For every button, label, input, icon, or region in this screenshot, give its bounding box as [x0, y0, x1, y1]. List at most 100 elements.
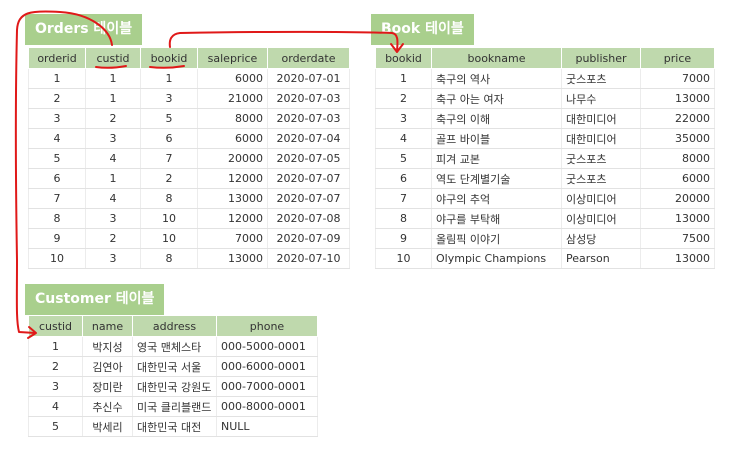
customer-cell-name: 추신수 — [82, 396, 133, 417]
orders-cell-orderdate: 2020-07-10 — [267, 248, 350, 269]
orders-cell-saleprice: 13000 — [197, 248, 268, 269]
customer-table-title: Customer 테이블 — [25, 284, 165, 315]
customer-cell-address: 대한민국 강원도 — [132, 376, 217, 397]
book-cell-bookid: 3 — [375, 108, 432, 129]
orders-cell-saleprice: 6000 — [197, 68, 268, 89]
customer-row: 1 박지성 영국 맨체스타 000-5000-0001 — [28, 336, 318, 357]
orders-cell-custid: 3 — [85, 128, 141, 149]
customer-cell-phone: NULL — [216, 416, 318, 437]
orders-row: 2 1 3 21000 2020-07-03 — [28, 88, 350, 109]
orders-cell-orderid: 8 — [28, 208, 86, 229]
customer-cell-phone: 000-7000-0001 — [216, 376, 318, 397]
book-cell-bookid: 5 — [375, 148, 432, 169]
customer-cell-address: 미국 클리블랜드 — [132, 396, 217, 417]
orders-cell-saleprice: 13000 — [197, 188, 268, 209]
book-cell-price: 7500 — [640, 228, 715, 249]
orders-cell-bookid: 7 — [140, 148, 198, 169]
customer-cell-custid: 5 — [28, 416, 83, 437]
orders-row: 7 4 8 13000 2020-07-07 — [28, 188, 350, 209]
book-table-title: Book 테이블 — [371, 14, 474, 45]
orders-cell-orderdate: 2020-07-05 — [267, 148, 350, 169]
customer-row: 5 박세리 대한민국 대전 NULL — [28, 416, 318, 437]
book-row: 5 피겨 교본 굿스포츠 8000 — [375, 148, 715, 169]
orders-cell-bookid: 8 — [140, 188, 198, 209]
book-cell-publisher: 굿스포츠 — [561, 68, 641, 89]
orders-cell-orderdate: 2020-07-08 — [267, 208, 350, 229]
book-cell-bookid: 4 — [375, 128, 432, 149]
customer-cell-name: 김연아 — [82, 356, 133, 377]
customer-row: 2 김연아 대한민국 서울 000-6000-0001 — [28, 356, 318, 377]
orders-cell-saleprice: 20000 — [197, 148, 268, 169]
book-cell-bookname: 골프 바이블 — [431, 128, 562, 149]
book-cell-price: 13000 — [640, 208, 715, 229]
orders-cell-saleprice: 7000 — [197, 228, 268, 249]
orders-cell-custid: 1 — [85, 88, 141, 109]
customer-cell-custid: 2 — [28, 356, 83, 377]
customer-cell-phone: 000-5000-0001 — [216, 336, 318, 357]
orders-cell-bookid: 5 — [140, 108, 198, 129]
orders-row: 8 3 10 12000 2020-07-08 — [28, 208, 350, 229]
book-cell-bookname: 피겨 교본 — [431, 148, 562, 169]
book-cell-price: 7000 — [640, 68, 715, 89]
book-cell-publisher: 굿스포츠 — [561, 148, 641, 169]
customer-cell-name: 박세리 — [82, 416, 133, 437]
book-cell-bookid: 10 — [375, 248, 432, 269]
book-row: 9 올림픽 이야기 삼성당 7500 — [375, 228, 715, 249]
customer-cell-address: 대한민국 서울 — [132, 356, 217, 377]
orders-row: 1 1 1 6000 2020-07-01 — [28, 68, 350, 89]
book-cell-bookid: 6 — [375, 168, 432, 189]
customer-cell-custid: 1 — [28, 336, 83, 357]
orders-cell-orderid: 3 — [28, 108, 86, 129]
orders-row: 9 2 10 7000 2020-07-09 — [28, 228, 350, 249]
orders-cell-orderdate: 2020-07-03 — [267, 88, 350, 109]
orders-cell-orderdate: 2020-07-07 — [267, 188, 350, 209]
book-cell-bookid: 1 — [375, 68, 432, 89]
book-row: 10 Olympic Champions Pearson 13000 — [375, 248, 715, 269]
book-cell-price: 13000 — [640, 88, 715, 109]
orders-cell-orderdate: 2020-07-03 — [267, 108, 350, 129]
orders-cell-custid: 2 — [85, 108, 141, 129]
book-col-publisher: publisher — [561, 47, 641, 69]
book-cell-publisher: 이상미디어 — [561, 188, 641, 209]
orders-cell-bookid: 10 — [140, 228, 198, 249]
orders-cell-saleprice: 6000 — [197, 128, 268, 149]
book-cell-bookname: 올림픽 이야기 — [431, 228, 562, 249]
orders-cell-custid: 3 — [85, 248, 141, 269]
orders-cell-bookid: 8 — [140, 248, 198, 269]
orders-cell-orderdate: 2020-07-09 — [267, 228, 350, 249]
orders-cell-bookid: 10 — [140, 208, 198, 229]
orders-row: 6 1 2 12000 2020-07-07 — [28, 168, 350, 189]
book-cell-publisher: 삼성당 — [561, 228, 641, 249]
orders-cell-saleprice: 8000 — [197, 108, 268, 129]
customer-row: 3 장미란 대한민국 강원도 000-7000-0001 — [28, 376, 318, 397]
orders-row: 5 4 7 20000 2020-07-05 — [28, 148, 350, 169]
customer-col-phone: phone — [216, 315, 318, 337]
book-cell-price: 6000 — [640, 168, 715, 189]
customer-cell-custid: 4 — [28, 396, 83, 417]
book-cell-price: 20000 — [640, 188, 715, 209]
orders-cell-custid: 1 — [85, 168, 141, 189]
orders-cell-orderid: 5 — [28, 148, 86, 169]
book-cell-bookid: 2 — [375, 88, 432, 109]
orders-cell-saleprice: 21000 — [197, 88, 268, 109]
orders-col-custid: custid — [85, 47, 141, 69]
book-cell-price: 35000 — [640, 128, 715, 149]
orders-cell-bookid: 6 — [140, 128, 198, 149]
orders-col-bookid: bookid — [140, 47, 198, 69]
orders-header-row: orderid custid bookid saleprice orderdat… — [28, 47, 350, 69]
orders-cell-orderid: 1 — [28, 68, 86, 89]
book-cell-bookid: 7 — [375, 188, 432, 209]
book-col-price: price — [640, 47, 715, 69]
customer-header-row: custid name address phone — [28, 315, 318, 337]
book-cell-publisher: 나무수 — [561, 88, 641, 109]
book-col-bookname: bookname — [431, 47, 562, 69]
customer-row: 4 추신수 미국 클리블랜드 000-8000-0001 — [28, 396, 318, 417]
orders-row: 3 2 5 8000 2020-07-03 — [28, 108, 350, 129]
book-cell-publisher: 대한미디어 — [561, 128, 641, 149]
book-header-row: bookid bookname publisher price — [375, 47, 715, 69]
book-row: 3 축구의 이해 대한미디어 22000 — [375, 108, 715, 129]
book-cell-bookname: 야구의 추억 — [431, 188, 562, 209]
orders-col-saleprice: saleprice — [197, 47, 268, 69]
book-cell-bookname: 야구를 부탁해 — [431, 208, 562, 229]
orders-cell-orderid: 7 — [28, 188, 86, 209]
